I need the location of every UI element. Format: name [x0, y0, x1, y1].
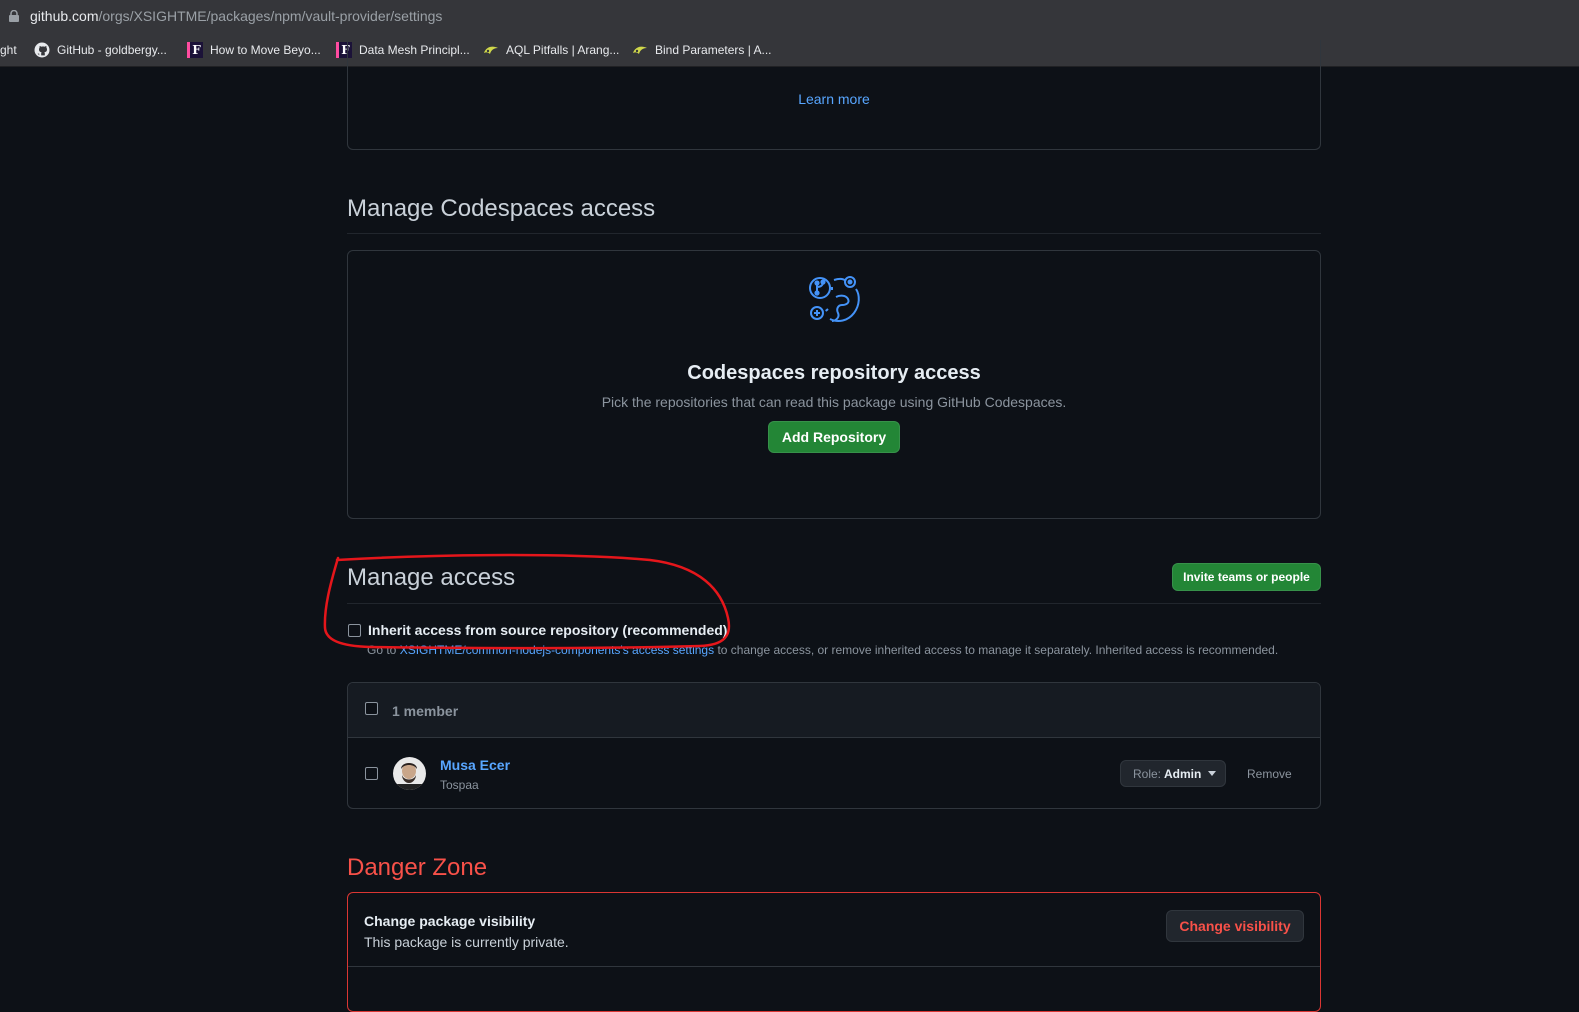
danger-zone-heading: Danger Zone	[347, 854, 488, 881]
member-login: Tospaa	[440, 778, 479, 792]
manage-access-heading: Manage access	[347, 564, 516, 591]
member-name-link[interactable]: Musa Ecer	[440, 757, 510, 773]
members-count: 1 member	[392, 703, 459, 719]
avatar[interactable]	[393, 757, 426, 790]
caret-down-icon	[1208, 771, 1217, 776]
info-card: Learn more	[347, 40, 1321, 150]
help-prefix: Go to	[367, 643, 400, 657]
browser-address-bar[interactable]: github.com/orgs/XSIGHTME/packages/npm/va…	[0, 0, 1579, 33]
inherit-access-help: Go to XSIGHTME/common-nodejs-components'…	[367, 643, 1278, 657]
url-text[interactable]: github.com/orgs/XSIGHTME/packages/npm/va…	[30, 8, 442, 24]
bookmark-item[interactable]: ght	[0, 41, 17, 59]
help-suffix: to change access, or remove inherited ac…	[714, 643, 1279, 657]
learn-more-link[interactable]: Learn more	[348, 91, 1320, 107]
danger-zone-card: Change package visibility This package i…	[347, 892, 1321, 1012]
lock-icon	[9, 10, 19, 22]
codespaces-card: Codespaces repository access Pick the re…	[347, 250, 1321, 519]
codespaces-heading: Manage Codespaces access	[347, 195, 656, 222]
codespaces-card-title: Codespaces repository access	[687, 362, 981, 384]
role-dropdown[interactable]: Role: Admin	[1120, 760, 1226, 787]
role-value: Admin	[1164, 766, 1202, 781]
bookmark-item[interactable]: F How to Move Beyo...	[187, 41, 321, 59]
codespaces-repository-icon	[809, 276, 860, 322]
f-logo-icon: F	[187, 42, 203, 58]
heading-divider	[347, 603, 1321, 604]
url-host: github.com	[30, 8, 99, 24]
member-select-checkbox[interactable]	[365, 767, 378, 780]
danger-zone-divider	[348, 966, 1320, 967]
change-visibility-button[interactable]: Change visibility	[1166, 910, 1304, 942]
inherit-access-checkbox[interactable]	[348, 624, 361, 637]
members-table: 1 member Musa Ecer Tospaa Role: Admin Re…	[347, 682, 1321, 809]
table-row: Musa Ecer Tospaa Role: Admin Remove	[348, 738, 1320, 808]
change-visibility-title: Change package visibility	[364, 913, 536, 929]
url-path: /orgs/XSIGHTME/packages/npm/vault-provid…	[98, 8, 443, 24]
codespaces-card-description: Pick the repositories that can read this…	[601, 394, 1067, 410]
members-table-header: 1 member	[348, 683, 1320, 738]
bookmark-item[interactable]: GitHub - goldbergy...	[34, 41, 167, 59]
remove-member-button[interactable]: Remove	[1247, 767, 1292, 781]
role-prefix: Role:	[1133, 766, 1162, 781]
add-repository-button[interactable]: Add Repository	[768, 421, 900, 453]
change-visibility-description: This package is currently private.	[364, 934, 569, 950]
bookmark-label: How to Move Beyo...	[210, 43, 321, 57]
bookmark-label: ght	[0, 43, 17, 57]
bookmark-label: GitHub - goldbergy...	[57, 43, 167, 57]
select-all-members-checkbox[interactable]	[365, 702, 378, 715]
github-icon	[34, 42, 50, 58]
inherit-access-label[interactable]: Inherit access from source repository (r…	[368, 622, 727, 638]
source-repo-access-settings-link[interactable]: XSIGHTME/common-nodejs-components's acce…	[400, 643, 714, 657]
heading-divider	[347, 233, 1321, 234]
invite-teams-or-people-button[interactable]: Invite teams or people	[1172, 563, 1321, 591]
